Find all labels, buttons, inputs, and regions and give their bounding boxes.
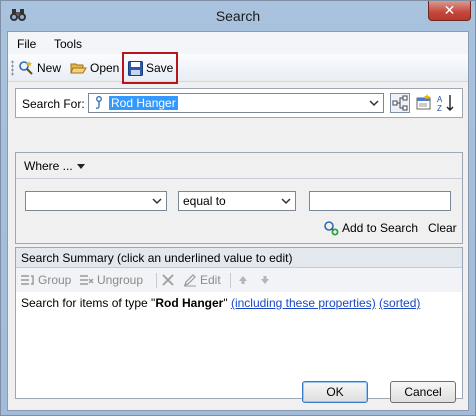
menu-tools[interactable]: Tools bbox=[54, 37, 82, 51]
property-select[interactable] bbox=[25, 191, 167, 211]
sort-button[interactable]: A Z bbox=[436, 93, 456, 113]
sorted-link[interactable]: (sorted) bbox=[379, 296, 420, 310]
sort-az-icon: A Z bbox=[437, 95, 454, 113]
ok-button[interactable]: OK bbox=[302, 381, 368, 403]
move-up-icon[interactable] bbox=[238, 275, 248, 285]
menu-bar: File Tools bbox=[8, 32, 468, 54]
cancel-button[interactable]: Cancel bbox=[390, 381, 456, 403]
hierarchy-icon bbox=[390, 93, 410, 113]
including-properties-link[interactable]: (including these properties) bbox=[231, 296, 376, 310]
edit-button[interactable]: Edit bbox=[183, 273, 221, 287]
main-toolbar: New Open Save bbox=[8, 54, 468, 82]
operator-select[interactable]: equal to bbox=[178, 191, 296, 211]
item-type-icon bbox=[95, 96, 102, 109]
toolbar-separator bbox=[156, 273, 157, 288]
search-window: Search ✕ File Tools New Open Save Search… bbox=[0, 0, 476, 416]
open-button-label: Open bbox=[90, 61, 120, 75]
add-search-icon bbox=[324, 221, 339, 236]
new-button-label: New bbox=[37, 61, 62, 75]
menu-file[interactable]: File bbox=[17, 37, 36, 51]
search-summary-text: Search for items of type "Rod Hanger" (i… bbox=[21, 296, 421, 310]
edit-icon bbox=[184, 274, 196, 287]
edit-button-label: Edit bbox=[200, 273, 221, 287]
properties-icon bbox=[416, 94, 431, 110]
where-panel: Where ... equal to Add to Search Clear bbox=[15, 152, 463, 244]
search-for-label: Search For: bbox=[22, 97, 85, 111]
search-summary-header: Search Summary (click an underlined valu… bbox=[16, 248, 462, 268]
properties-button[interactable] bbox=[414, 93, 434, 113]
move-down-icon[interactable] bbox=[260, 275, 270, 285]
save-highlight-box bbox=[122, 52, 178, 84]
item-type-value: Rod Hanger bbox=[109, 96, 178, 110]
window-title: Search bbox=[215, 8, 261, 24]
operator-select-value: equal to bbox=[183, 194, 226, 208]
chevron-down-icon bbox=[281, 198, 291, 205]
chevron-down-icon bbox=[369, 100, 379, 107]
add-to-search-label: Add to Search bbox=[342, 221, 419, 235]
ungroup-icon bbox=[80, 275, 94, 285]
item-type-select[interactable]: Rod Hanger bbox=[88, 93, 384, 113]
svg-text:A: A bbox=[437, 95, 443, 104]
close-button[interactable]: ✕ bbox=[428, 1, 471, 21]
open-button[interactable]: Open bbox=[70, 58, 119, 78]
ungroup-button-label: Ungroup bbox=[97, 273, 144, 287]
delete-icon[interactable] bbox=[162, 274, 174, 286]
group-icon bbox=[21, 275, 34, 285]
title-bar[interactable]: Search ✕ bbox=[1, 1, 475, 31]
group-button[interactable]: Group bbox=[20, 273, 71, 287]
caret-down-icon bbox=[77, 164, 85, 169]
new-search-icon bbox=[19, 61, 33, 75]
toolbar-separator bbox=[230, 273, 231, 288]
search-summary-panel: Search Summary (click an underlined valu… bbox=[15, 247, 463, 399]
criteria-value-input[interactable] bbox=[309, 191, 451, 211]
svg-text:Z: Z bbox=[437, 104, 442, 113]
group-button-label: Group bbox=[38, 273, 72, 287]
chevron-down-icon bbox=[152, 198, 162, 205]
where-header[interactable]: Where ... bbox=[16, 153, 462, 179]
where-label: Where ... bbox=[24, 159, 73, 173]
open-folder-icon bbox=[70, 63, 87, 74]
dialog-client-area: File Tools New Open Save Search For: Rod… bbox=[7, 31, 469, 411]
hierarchy-button[interactable] bbox=[390, 93, 410, 113]
toolbar-grip[interactable] bbox=[11, 60, 14, 76]
add-to-search-button[interactable]: Add to Search bbox=[323, 220, 418, 236]
new-button[interactable]: New bbox=[18, 58, 61, 78]
ungroup-button[interactable]: Ungroup bbox=[79, 273, 143, 287]
search-for-bar: Search For: Rod Hanger A Z bbox=[15, 88, 463, 118]
summary-toolbar: Group Ungroup Edit bbox=[16, 268, 462, 292]
item-type-name: Rod Hanger bbox=[155, 296, 224, 310]
clear-button[interactable]: Clear bbox=[428, 221, 457, 235]
